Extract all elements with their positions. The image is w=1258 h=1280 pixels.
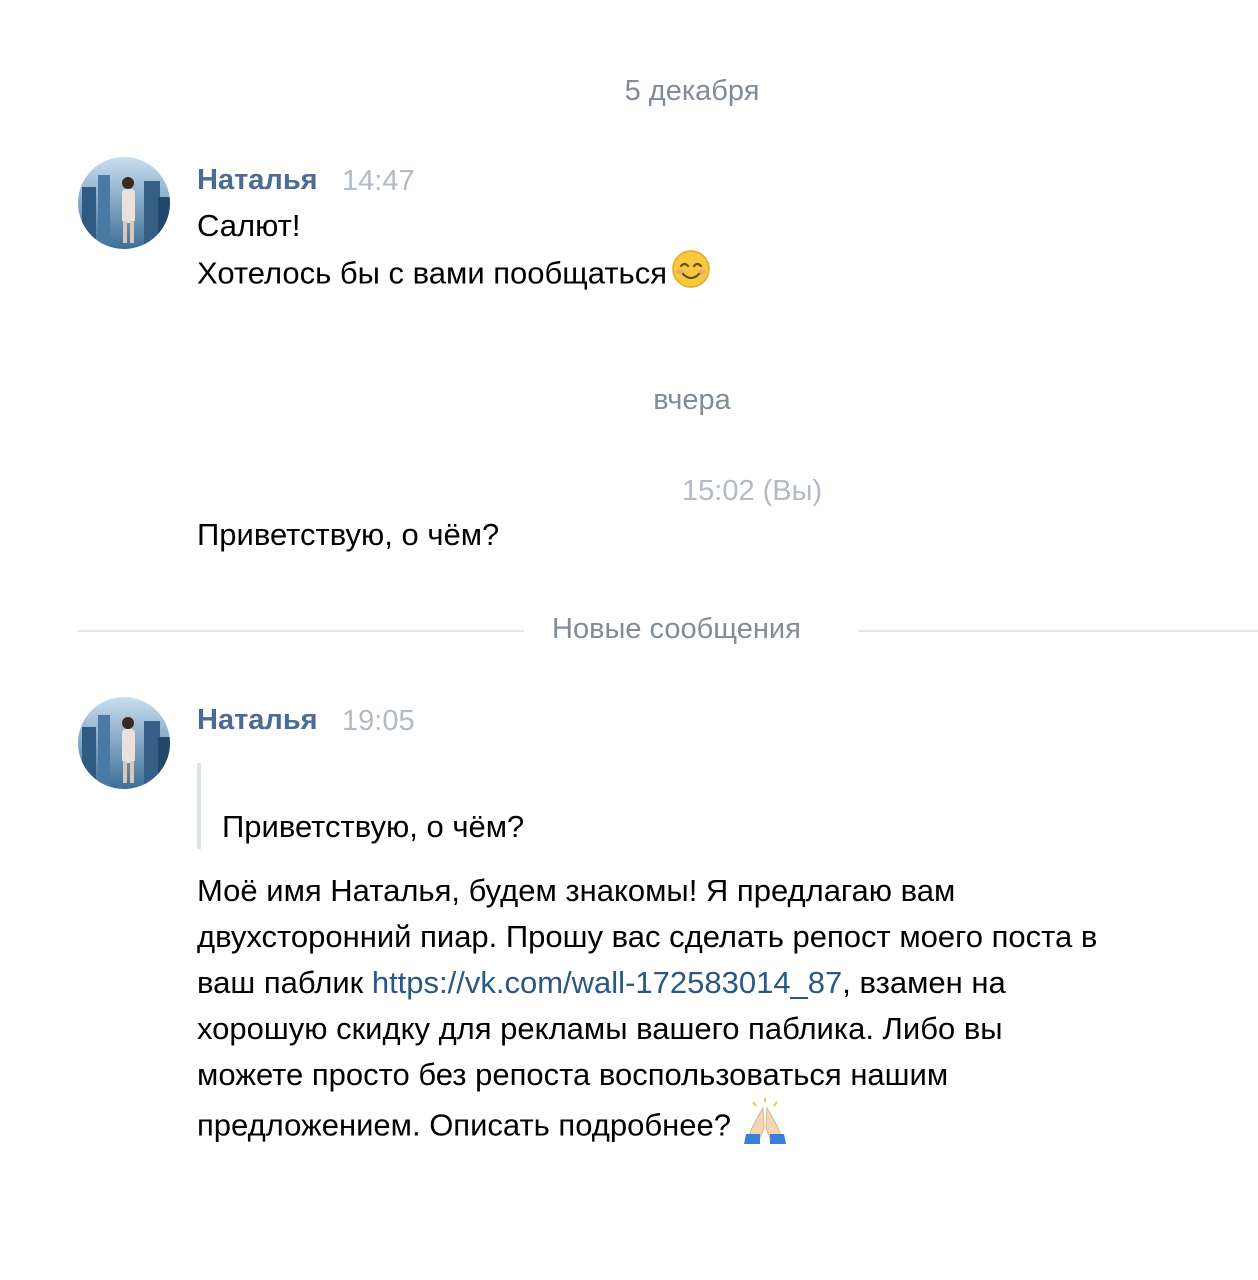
message-text: предложением. Описать подробнее? [197,1107,731,1143]
message-author[interactable]: Наталья [197,162,318,198]
message-text: Хотелось бы с вами пообщаться [197,255,667,291]
avatar-photo-icon [78,697,170,789]
message-text-line: можете просто без репоста воспользоватьс… [197,1057,949,1092]
message-text-line: Приветствую, о чём? [197,517,500,552]
message-text-line: Салют! [197,208,301,243]
message-time: 15:02 (Вы) [682,475,823,507]
message-text-line: двухсторонний пиар. Прошу вас сделать ре… [197,919,1098,954]
message-time: 19:05 [342,705,415,737]
message-text-line: Хотелось бы с вами пообщаться [197,249,713,302]
avatar-photo-icon [78,157,170,249]
message-text-line: ваш паблик https://vk.com/wall-172583014… [197,960,1006,1006]
message-text: , взамен на [842,965,1006,1000]
new-messages-divider-line [858,630,1258,632]
message-author[interactable]: Наталья [197,702,318,738]
date-separator: вчера [653,384,731,416]
new-messages-label: Новые сообщения [552,613,801,645]
folded-hands-emoji-icon [742,1098,788,1157]
new-messages-divider-line [78,630,524,632]
quoted-message-text[interactable]: Приветствую, о чём? [222,804,524,850]
quote-bar [197,763,201,849]
avatar[interactable] [78,697,170,789]
smiling-face-emoji-icon [669,249,713,302]
date-separator: 5 декабря [624,75,760,107]
message-text-line: Моё имя Наталья, будем знакомы! Я предла… [197,873,956,908]
message-text: ваш паблик [197,965,372,1000]
message-link[interactable]: https://vk.com/wall-172583014_87 [372,965,842,1000]
message-text-line: хорошую скидку для рекламы вашего паблик… [197,1011,1003,1046]
message-time: 14:47 [342,165,415,197]
message-text-line: предложением. Описать подробнее? [197,1098,788,1157]
avatar[interactable] [78,157,170,249]
